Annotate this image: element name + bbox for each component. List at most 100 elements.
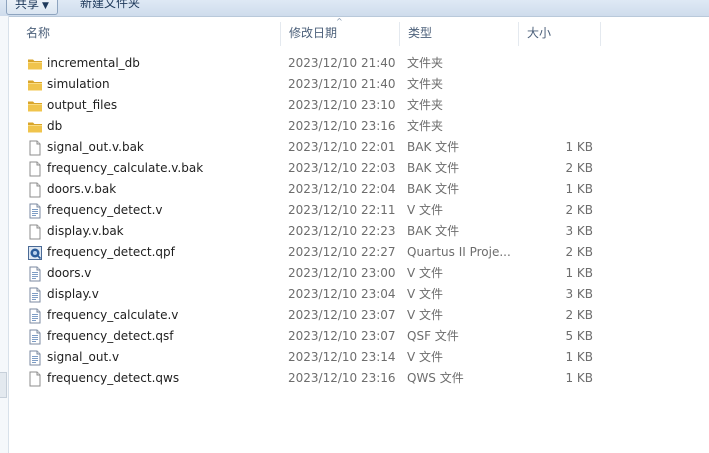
sort-ascending-icon: ^ (336, 17, 343, 26)
file-size: 1 KB (565, 182, 593, 196)
file-size: 1 KB (565, 140, 593, 154)
text-file-icon (27, 203, 43, 219)
file-modified-date: 2023/12/10 23:10 (288, 98, 396, 112)
file-name: frequency_calculate.v.bak (47, 161, 204, 175)
file-name: frequency_detect.qpf (47, 245, 175, 259)
text-file-icon (27, 266, 43, 282)
folder-icon (27, 77, 43, 93)
file-name: frequency_detect.v (47, 203, 163, 217)
file-type: BAK 文件 (407, 140, 460, 154)
file-name: doors.v (47, 266, 92, 280)
file-size: 2 KB (565, 203, 593, 217)
file-row[interactable]: frequency_detect.qsf 2023/12/10 23:07 QSF … (18, 326, 709, 347)
file-modified-date: 2023/12/10 23:04 (288, 287, 396, 301)
file-size: 1 KB (565, 350, 593, 364)
blank-file-icon (27, 371, 43, 387)
text-file-icon (27, 329, 43, 345)
file-modified-date: 2023/12/10 22:03 (288, 161, 396, 175)
file-type: 文件夹 (407, 77, 444, 91)
file-type: QSF 文件 (407, 329, 459, 343)
folder-icon (27, 119, 43, 135)
file-name: frequency_detect.qws (47, 371, 180, 385)
chevron-down-icon: ▼ (42, 1, 49, 11)
navigation-scrollbar[interactable] (0, 372, 7, 398)
file-size: 1 KB (565, 266, 593, 280)
command-toolbar: 共享 ▼ 新建文件夹 (0, 0, 709, 17)
file-size: 1 KB (565, 371, 593, 385)
file-modified-date: 2023/12/10 23:16 (288, 371, 396, 385)
file-size: 3 KB (565, 287, 593, 301)
column-header-size[interactable]: 大小 (519, 22, 601, 46)
file-name: signal_out.v.bak (47, 140, 144, 154)
file-row[interactable]: display.v 2023/12/10 23:04 V 文件 3 KB (18, 284, 709, 305)
blank-file-icon (27, 140, 43, 156)
file-modified-date: 2023/12/10 23:07 (288, 329, 396, 343)
file-size: 2 KB (565, 161, 593, 175)
file-type: V 文件 (407, 203, 444, 217)
folder-row[interactable]: db 2023/12/10 23:16 文件夹 (18, 116, 709, 137)
file-type: V 文件 (407, 266, 444, 280)
blank-file-icon (27, 224, 43, 240)
file-type: BAK 文件 (407, 224, 460, 238)
blank-file-icon (27, 182, 43, 198)
file-size: 2 KB (565, 245, 593, 259)
file-modified-date: 2023/12/10 22:01 (288, 140, 396, 154)
file-modified-date: 2023/12/10 23:14 (288, 350, 396, 364)
file-modified-date: 2023/12/10 22:23 (288, 224, 396, 238)
file-type: QWS 文件 (407, 371, 464, 385)
file-modified-date: 2023/12/10 22:27 (288, 245, 396, 259)
file-name: output_files (47, 98, 118, 112)
file-type: BAK 文件 (407, 182, 460, 196)
column-header-name[interactable]: 名称 (18, 22, 281, 46)
file-row[interactable]: frequency_detect.v 2023/12/10 22:11 V 文件 2 … (18, 200, 709, 221)
file-type: 文件夹 (407, 98, 444, 112)
folder-icon (27, 56, 43, 72)
file-modified-date: 2023/12/10 21:40 (288, 77, 396, 91)
file-name: display.v (47, 287, 99, 301)
new-folder-button[interactable]: 新建文件夹 (74, 0, 146, 13)
file-type: 文件夹 (407, 56, 444, 70)
folder-icon (27, 98, 43, 114)
quartus-project-icon (27, 245, 43, 261)
file-row[interactable]: doors.v 2023/12/10 23:00 V 文件 1 KB (18, 263, 709, 284)
file-type: 文件夹 (407, 119, 444, 133)
text-file-icon (27, 350, 43, 366)
file-list: incremental_db 2023/12/10 21:40 文件夹 simulat… (18, 53, 709, 389)
share-button-label: 共享 (15, 0, 40, 11)
blank-file-icon (27, 161, 43, 177)
file-type: BAK 文件 (407, 161, 460, 175)
file-modified-date: 2023/12/10 23:00 (288, 266, 396, 280)
file-modified-date: 2023/12/10 23:16 (288, 119, 396, 133)
file-type: V 文件 (407, 350, 444, 364)
file-name: frequency_calculate.v (47, 308, 179, 322)
file-name: signal_out.v (47, 350, 120, 364)
file-size: 3 KB (565, 224, 593, 238)
file-type: Quartus II Proje... (407, 245, 511, 259)
file-row[interactable]: display.v.bak 2023/12/10 22:23 BAK 文件 3 KB (18, 221, 709, 242)
file-type: V 文件 (407, 308, 444, 322)
text-file-icon (27, 308, 43, 324)
text-file-icon (27, 287, 43, 303)
folder-row[interactable]: simulation 2023/12/10 21:40 文件夹 (18, 74, 709, 95)
file-row[interactable]: frequency_detect.qws 2023/12/10 23:16 QWS … (18, 368, 709, 389)
folder-row[interactable]: output_files 2023/12/10 23:10 文件夹 (18, 95, 709, 116)
file-name: db (47, 119, 63, 133)
file-name: display.v.bak (47, 224, 124, 238)
file-name: incremental_db (47, 56, 140, 70)
column-header-type[interactable]: 类型 (400, 22, 519, 46)
file-row[interactable]: signal_out.v 2023/12/10 23:14 V 文件 1 KB (18, 347, 709, 368)
share-button[interactable]: 共享 ▼ (6, 0, 58, 15)
file-modified-date: 2023/12/10 22:04 (288, 182, 396, 196)
file-row[interactable]: doors.v.bak 2023/12/10 22:04 BAK 文件 1 KB (18, 179, 709, 200)
file-row[interactable]: frequency_calculate.v 2023/12/10 23:07 V 文… (18, 305, 709, 326)
file-name: frequency_detect.qsf (47, 329, 174, 343)
file-type: V 文件 (407, 287, 444, 301)
file-size: 5 KB (565, 329, 593, 343)
file-row[interactable]: frequency_detect.qpf 2023/12/10 22:27 Quar… (18, 242, 709, 263)
file-modified-date: 2023/12/10 22:11 (288, 203, 396, 217)
folder-row[interactable]: incremental_db 2023/12/10 21:40 文件夹 (18, 53, 709, 74)
file-row[interactable]: signal_out.v.bak 2023/12/10 22:01 BAK 文件 1 … (18, 137, 709, 158)
file-row[interactable]: frequency_calculate.v.bak 2023/12/10 22:0… (18, 158, 709, 179)
file-name: simulation (47, 77, 110, 91)
file-size: 2 KB (565, 308, 593, 322)
